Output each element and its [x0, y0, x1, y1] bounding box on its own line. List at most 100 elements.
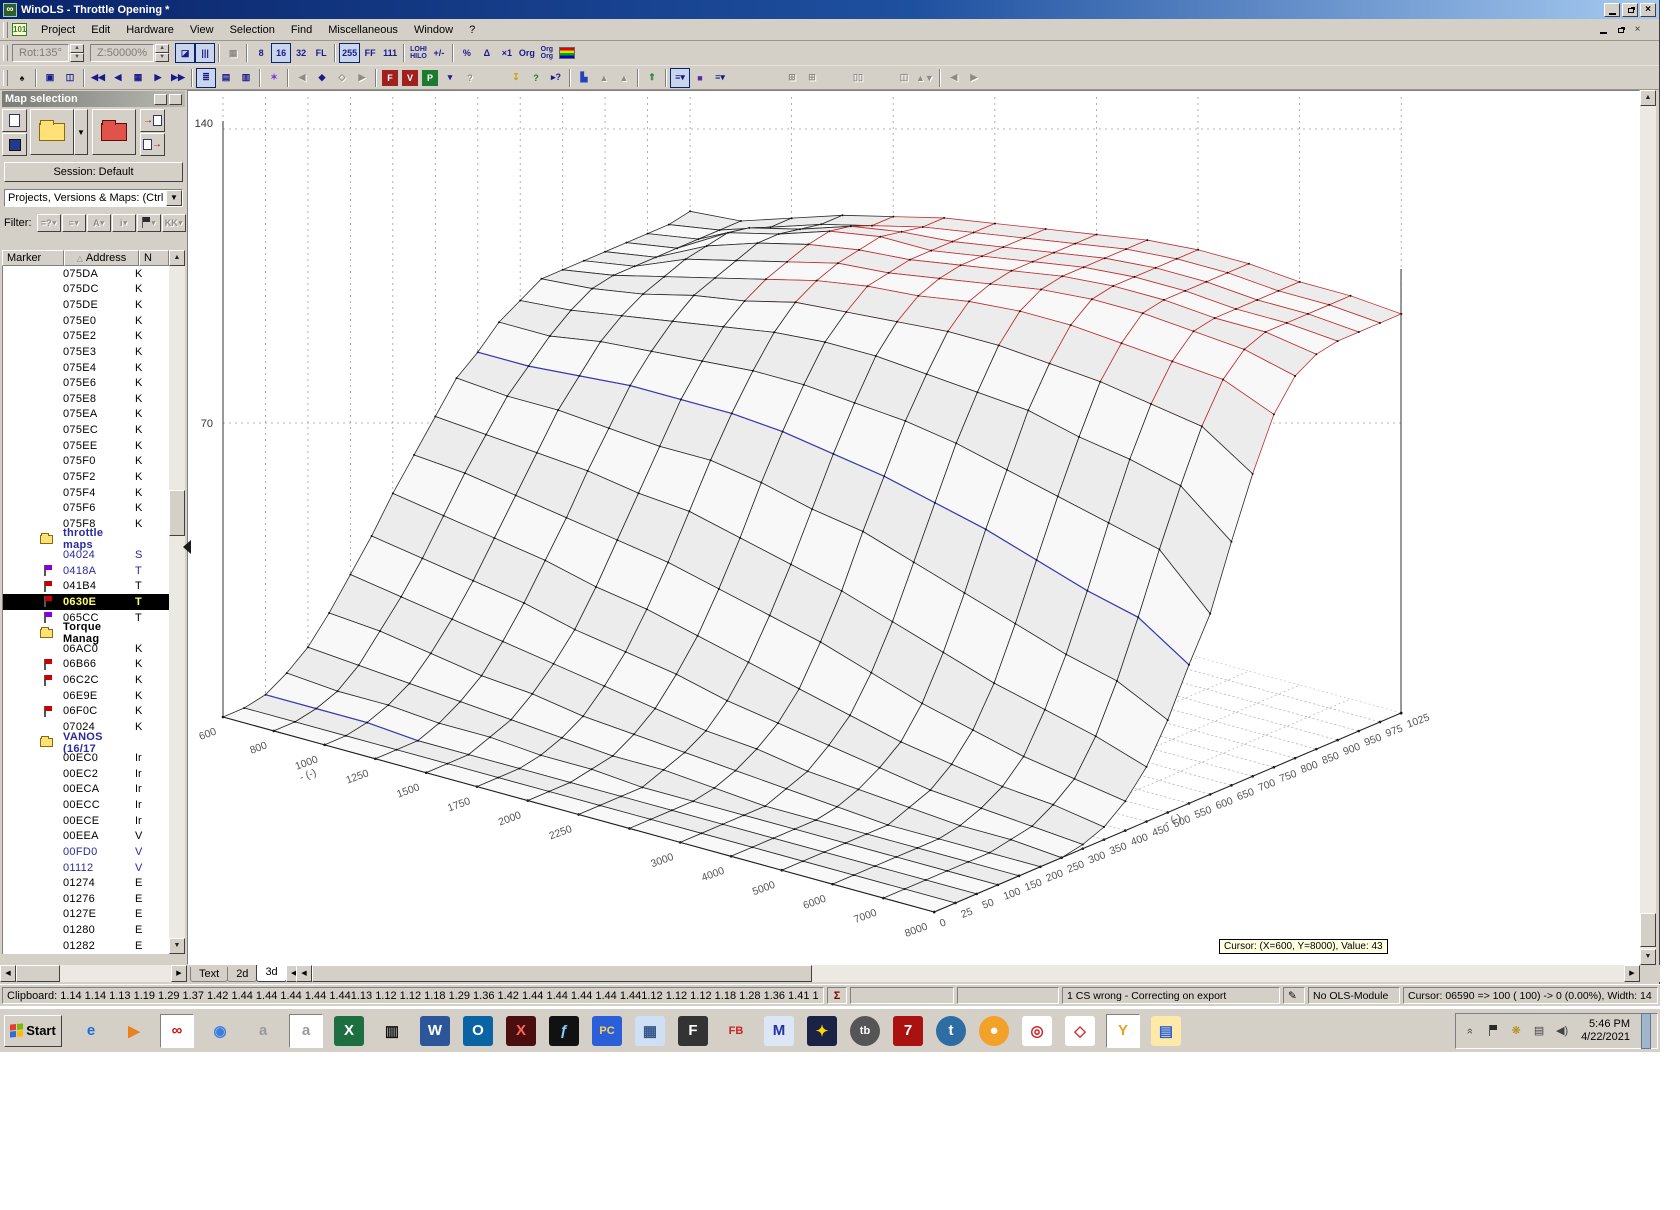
chart-scroll-right-icon[interactable]: ▶ — [1624, 965, 1640, 982]
fvp-dropdown-icon[interactable]: ▾ — [440, 68, 460, 88]
filter-button-1[interactable]: ≡ ▾ — [61, 213, 86, 232]
taskbar-internet-explorer-icon[interactable]: e — [74, 1014, 108, 1048]
color-scale-icon[interactable] — [557, 43, 577, 63]
tray-collapse-icon[interactable]: » — [1462, 1023, 1478, 1039]
map-row[interactable]: 075E8 K — [3, 391, 169, 407]
3d-map-surface[interactable]: 1407060080010001250150017502000225030004… — [188, 91, 1639, 964]
map-row[interactable]: 06C2C K — [3, 672, 169, 688]
columns-icon[interactable]: ▯▯ — [848, 68, 868, 88]
tray-network-icon[interactable]: ▤ — [1531, 1023, 1547, 1039]
map-list[interactable]: 075DA K 075DC K 075DE K 075E0 K 075E2 K 075E3 K 075E… — [2, 266, 169, 954]
chart-scroll-left-icon[interactable]: ◀ — [296, 965, 312, 982]
tab-3d[interactable]: 3d — [256, 965, 287, 982]
original-icon[interactable]: Org — [517, 43, 537, 63]
arrange-windows-icon[interactable]: ◫ — [60, 68, 80, 88]
connection-icon[interactable]: ✶ — [264, 68, 284, 88]
map-folder-row[interactable]: throttle maps — [3, 527, 169, 551]
map-row[interactable]: 075E4 K — [3, 360, 169, 376]
session-button[interactable]: Session: Default — [4, 162, 183, 182]
compare-windows-2-icon[interactable]: ⊞ — [802, 68, 822, 88]
previous-map-icon[interactable]: ◀ — [108, 68, 128, 88]
panel-scroll-thumb[interactable] — [169, 490, 185, 536]
column-name[interactable]: N — [139, 250, 169, 266]
taskbar-seven-app-icon[interactable]: 7 — [891, 1014, 925, 1048]
chart-vertical-scrollbar[interactable]: ▲ ▼ — [1640, 90, 1656, 965]
taskbar-wrench-settings-icon[interactable]: Y — [1106, 1013, 1140, 1048]
grid-icon[interactable]: ▦ — [223, 43, 243, 63]
taskbar-etas-inca-2-icon[interactable]: a — [289, 1013, 323, 1048]
map-row[interactable]: 06E9E K — [3, 688, 169, 704]
panel-caption[interactable]: Map selection — [2, 91, 185, 107]
context-help-icon[interactable]: ▸? — [546, 68, 566, 88]
map-row[interactable]: 00EC2 Ir — [3, 766, 169, 782]
child-close-button[interactable]: × — [1630, 23, 1645, 36]
panel-splitter-arrow-icon[interactable] — [183, 540, 191, 554]
history-forward-icon[interactable]: ▶ — [964, 68, 984, 88]
restore-button[interactable] — [1622, 2, 1638, 17]
close-button[interactable]: × — [1640, 2, 1656, 17]
history-back-icon[interactable]: ◀ — [944, 68, 964, 88]
panel-scroll-right-icon[interactable]: ▶ — [171, 965, 187, 982]
tray-messenger-icon[interactable]: ❋ — [1508, 1023, 1524, 1039]
filter-button-3[interactable]: i ▾ — [111, 213, 136, 232]
tree-view-icon[interactable]: ≣ — [196, 67, 216, 88]
taskbar-xee-icon[interactable]: X — [504, 1014, 538, 1048]
map-row[interactable]: 075F4 K — [3, 485, 169, 501]
rotation-spin-buttons[interactable]: ▲ ▼ — [69, 44, 84, 62]
map-row[interactable]: 075F6 K — [3, 500, 169, 516]
signed-icon[interactable]: +/- — [429, 43, 449, 63]
compare-windows-icon[interactable]: ⊞ — [782, 68, 802, 88]
map-row[interactable]: 01282 E — [3, 938, 169, 954]
panel-horizontal-scrollbar[interactable]: ◀ ▶ — [0, 965, 187, 982]
map-folder-row[interactable]: Torque Manag — [3, 621, 169, 645]
export-page-button[interactable]: → — [140, 133, 165, 156]
last-map-icon[interactable]: ▶▶ — [168, 68, 188, 88]
map-row[interactable]: 075DC K — [3, 282, 169, 298]
bits-16-icon[interactable]: 16 — [271, 43, 292, 63]
filter-button-0[interactable]: =? ▾ — [36, 213, 61, 232]
taskbar-folder-save-icon[interactable]: ▤ — [1149, 1014, 1183, 1048]
toolbar-grip[interactable] — [3, 21, 8, 38]
taskbar-signature-app-icon[interactable]: ƒ — [547, 1014, 581, 1048]
bits-32-icon[interactable]: 32 — [291, 43, 311, 63]
map-row[interactable]: 01276 E — [3, 891, 169, 907]
save-project-button[interactable] — [2, 133, 27, 156]
taskbar-radar-tool-icon[interactable]: ◎ — [1020, 1014, 1054, 1048]
map-row[interactable]: 075E0 K — [3, 313, 169, 329]
map-row[interactable]: 00ECE Ir — [3, 813, 169, 829]
view-3d-icon[interactable]: ||| — [195, 43, 216, 63]
column-marker[interactable]: Marker — [2, 250, 64, 266]
menu-project[interactable]: Project — [33, 21, 83, 39]
display-decimal-icon[interactable]: 255 — [339, 43, 361, 63]
clipboard-sum-icon[interactable]: Σ — [827, 987, 847, 1004]
map-row[interactable]: 075E2 K — [3, 329, 169, 345]
map-row[interactable]: 075EC K — [3, 422, 169, 438]
map-row[interactable]: 075EA K — [3, 407, 169, 423]
taskbar-pc-tool-icon[interactable]: PC — [590, 1014, 624, 1048]
taskbar-thunderbird-icon[interactable]: t — [934, 1014, 968, 1048]
tab-text[interactable]: Text — [190, 967, 229, 982]
next-map-icon[interactable]: ▶ — [148, 68, 168, 88]
map-row[interactable]: 0127E E — [3, 907, 169, 923]
factor-x1-icon[interactable]: ×1 — [497, 43, 517, 63]
map-row[interactable]: 06AC0 K — [3, 641, 169, 657]
menu-view[interactable]: View — [182, 21, 222, 39]
taskbar-word-icon[interactable]: W — [418, 1014, 452, 1048]
toolbar-grip-3[interactable] — [3, 69, 8, 86]
filter-button-2[interactable]: A ▾ — [86, 213, 111, 232]
map-2d-small-icon[interactable]: ▲ — [594, 68, 614, 88]
map-row[interactable]: 075DA K — [3, 266, 169, 282]
rotation-spinner[interactable]: Rot:135° ▲ ▼ — [12, 44, 84, 62]
byte-order-icon[interactable]: LOHI HILO — [408, 43, 429, 63]
delta-icon[interactable]: Δ — [477, 43, 497, 63]
bits-8-icon[interactable]: 8 — [251, 43, 271, 63]
map-row[interactable]: 075DE K — [3, 297, 169, 313]
map-row[interactable]: 075F2 K — [3, 469, 169, 485]
search-down-icon[interactable]: ◆ — [312, 68, 332, 88]
chart-scroll-down-icon[interactable]: ▼ — [1640, 949, 1656, 965]
precision-icon[interactable]: P — [422, 69, 438, 86]
menu-[interactable]: ? — [461, 21, 483, 39]
taskbar-eprom-chip-icon[interactable]: ▥ — [375, 1014, 409, 1048]
map-row[interactable]: 041B4 T — [3, 579, 169, 595]
taskbar-calculator-icon[interactable]: ▦ — [633, 1014, 667, 1048]
